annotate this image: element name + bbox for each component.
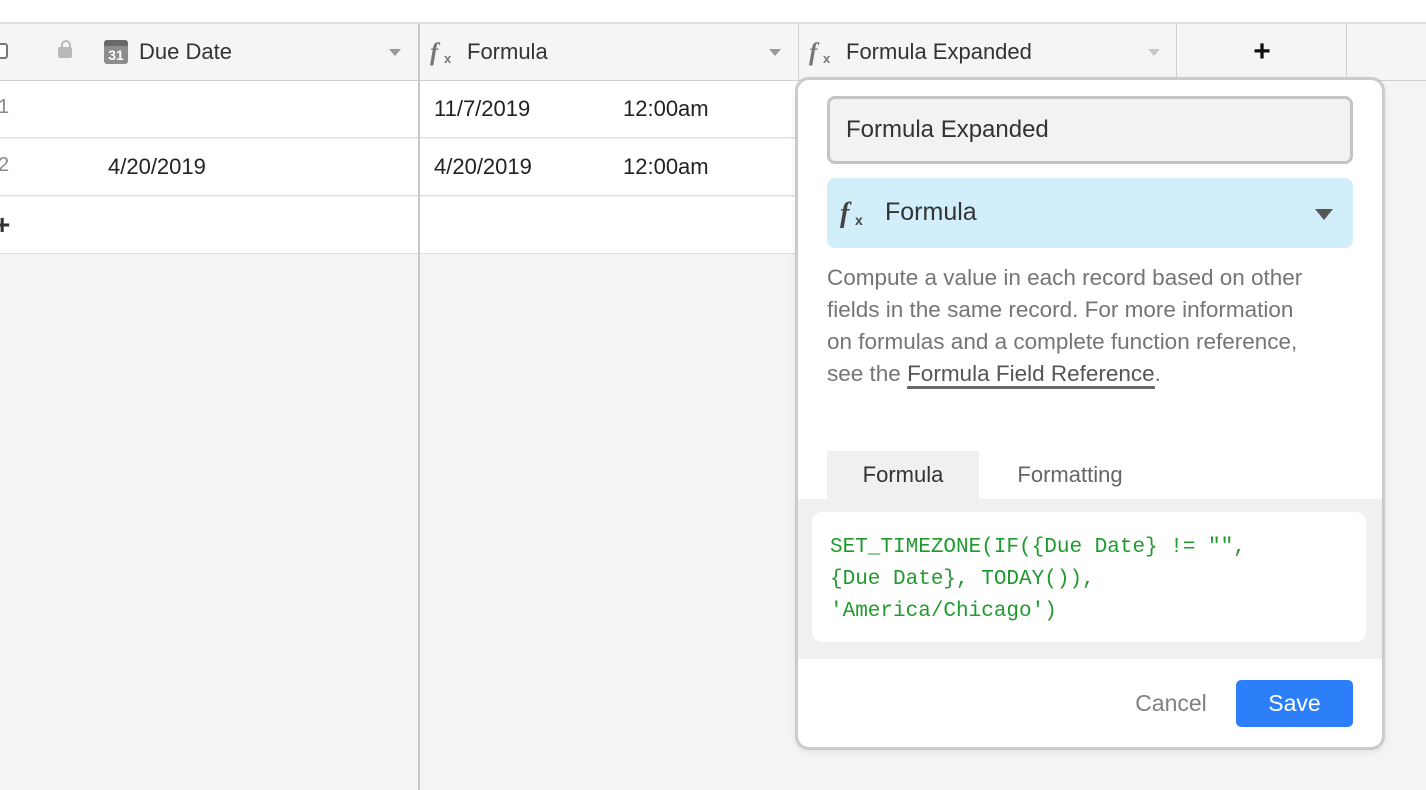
field-type-select[interactable]: fx Formula <box>827 178 1353 248</box>
due-date-cell[interactable]: 4/20/2019 <box>108 154 206 180</box>
column-label: Formula Expanded <box>846 39 1032 64</box>
top-bar <box>0 0 1426 24</box>
svg-text:x: x <box>855 212 863 228</box>
chevron-down-icon <box>1315 209 1333 220</box>
field-editor-dialog: fx Formula Compute a value in each recor… <box>795 77 1385 750</box>
table-row[interactable]: 2 4/20/2019 4/20/2019 12:00am <box>0 139 800 196</box>
column-header-formula-expanded[interactable]: fx Formula Expanded <box>800 24 1176 80</box>
svg-text:x: x <box>823 51 831 66</box>
formula-editor-area: SET_TIMEZONE(IF({Due Date} != "", {Due D… <box>798 499 1382 659</box>
formula-fx-icon: fx <box>429 38 461 66</box>
formula-date-cell[interactable]: 11/7/2019 <box>434 96 530 122</box>
tab-formula[interactable]: Formula <box>827 451 979 499</box>
formula-time-cell[interactable]: 12:00am <box>623 154 709 180</box>
svg-text:f: f <box>840 198 852 229</box>
column-divider <box>798 24 799 80</box>
table-row[interactable]: 1 11/7/2019 12:00am <box>0 81 800 138</box>
column-header-formula[interactable]: fx Formula <box>420 24 798 80</box>
formula-date-cell[interactable]: 4/20/2019 <box>434 154 532 180</box>
cancel-button[interactable]: Cancel <box>1116 680 1226 726</box>
svg-text:x: x <box>444 51 452 66</box>
column-divider <box>418 81 420 790</box>
select-all-checkbox[interactable] <box>0 43 8 59</box>
formula-fx-icon: fx <box>839 197 871 229</box>
formula-editor[interactable]: SET_TIMEZONE(IF({Due Date} != "", {Due D… <box>812 512 1366 642</box>
column-header-due-date[interactable]: 31 Due Date <box>92 24 418 80</box>
svg-text:f: f <box>809 39 820 66</box>
column-label: Due Date <box>139 39 232 64</box>
formula-time-cell[interactable]: 12:00am <box>623 96 709 122</box>
field-type-description: Compute a value in each record based on … <box>827 262 1307 390</box>
add-record-icon[interactable]: + <box>0 209 10 241</box>
chevron-down-icon[interactable] <box>769 49 781 56</box>
tab-formatting[interactable]: Formatting <box>991 451 1149 499</box>
field-type-label: Formula <box>885 198 977 226</box>
column-divider <box>1346 24 1347 80</box>
column-header-row: 31 Due Date fx Formula fx Formula Expand… <box>0 24 1426 81</box>
primary-field-lock <box>58 24 78 80</box>
chevron-down-icon[interactable] <box>389 49 401 56</box>
save-button[interactable]: Save <box>1236 680 1353 727</box>
column-divider <box>1176 24 1177 80</box>
svg-text:f: f <box>430 39 441 66</box>
add-field-button[interactable]: + <box>1178 24 1346 80</box>
row-number: 2 <box>0 154 10 176</box>
description-end: . <box>1154 361 1161 386</box>
column-label: Formula <box>467 39 548 64</box>
field-name-input[interactable] <box>827 96 1353 164</box>
add-row[interactable]: + <box>0 197 800 254</box>
chevron-down-icon[interactable] <box>1148 49 1160 56</box>
calendar-icon: 31 <box>104 40 128 64</box>
row-number: 1 <box>0 96 10 118</box>
plus-icon: + <box>1253 35 1271 68</box>
formula-fx-icon: fx <box>808 38 840 66</box>
formula-field-reference-link[interactable]: Formula Field Reference <box>907 361 1155 389</box>
lock-icon <box>58 40 72 58</box>
